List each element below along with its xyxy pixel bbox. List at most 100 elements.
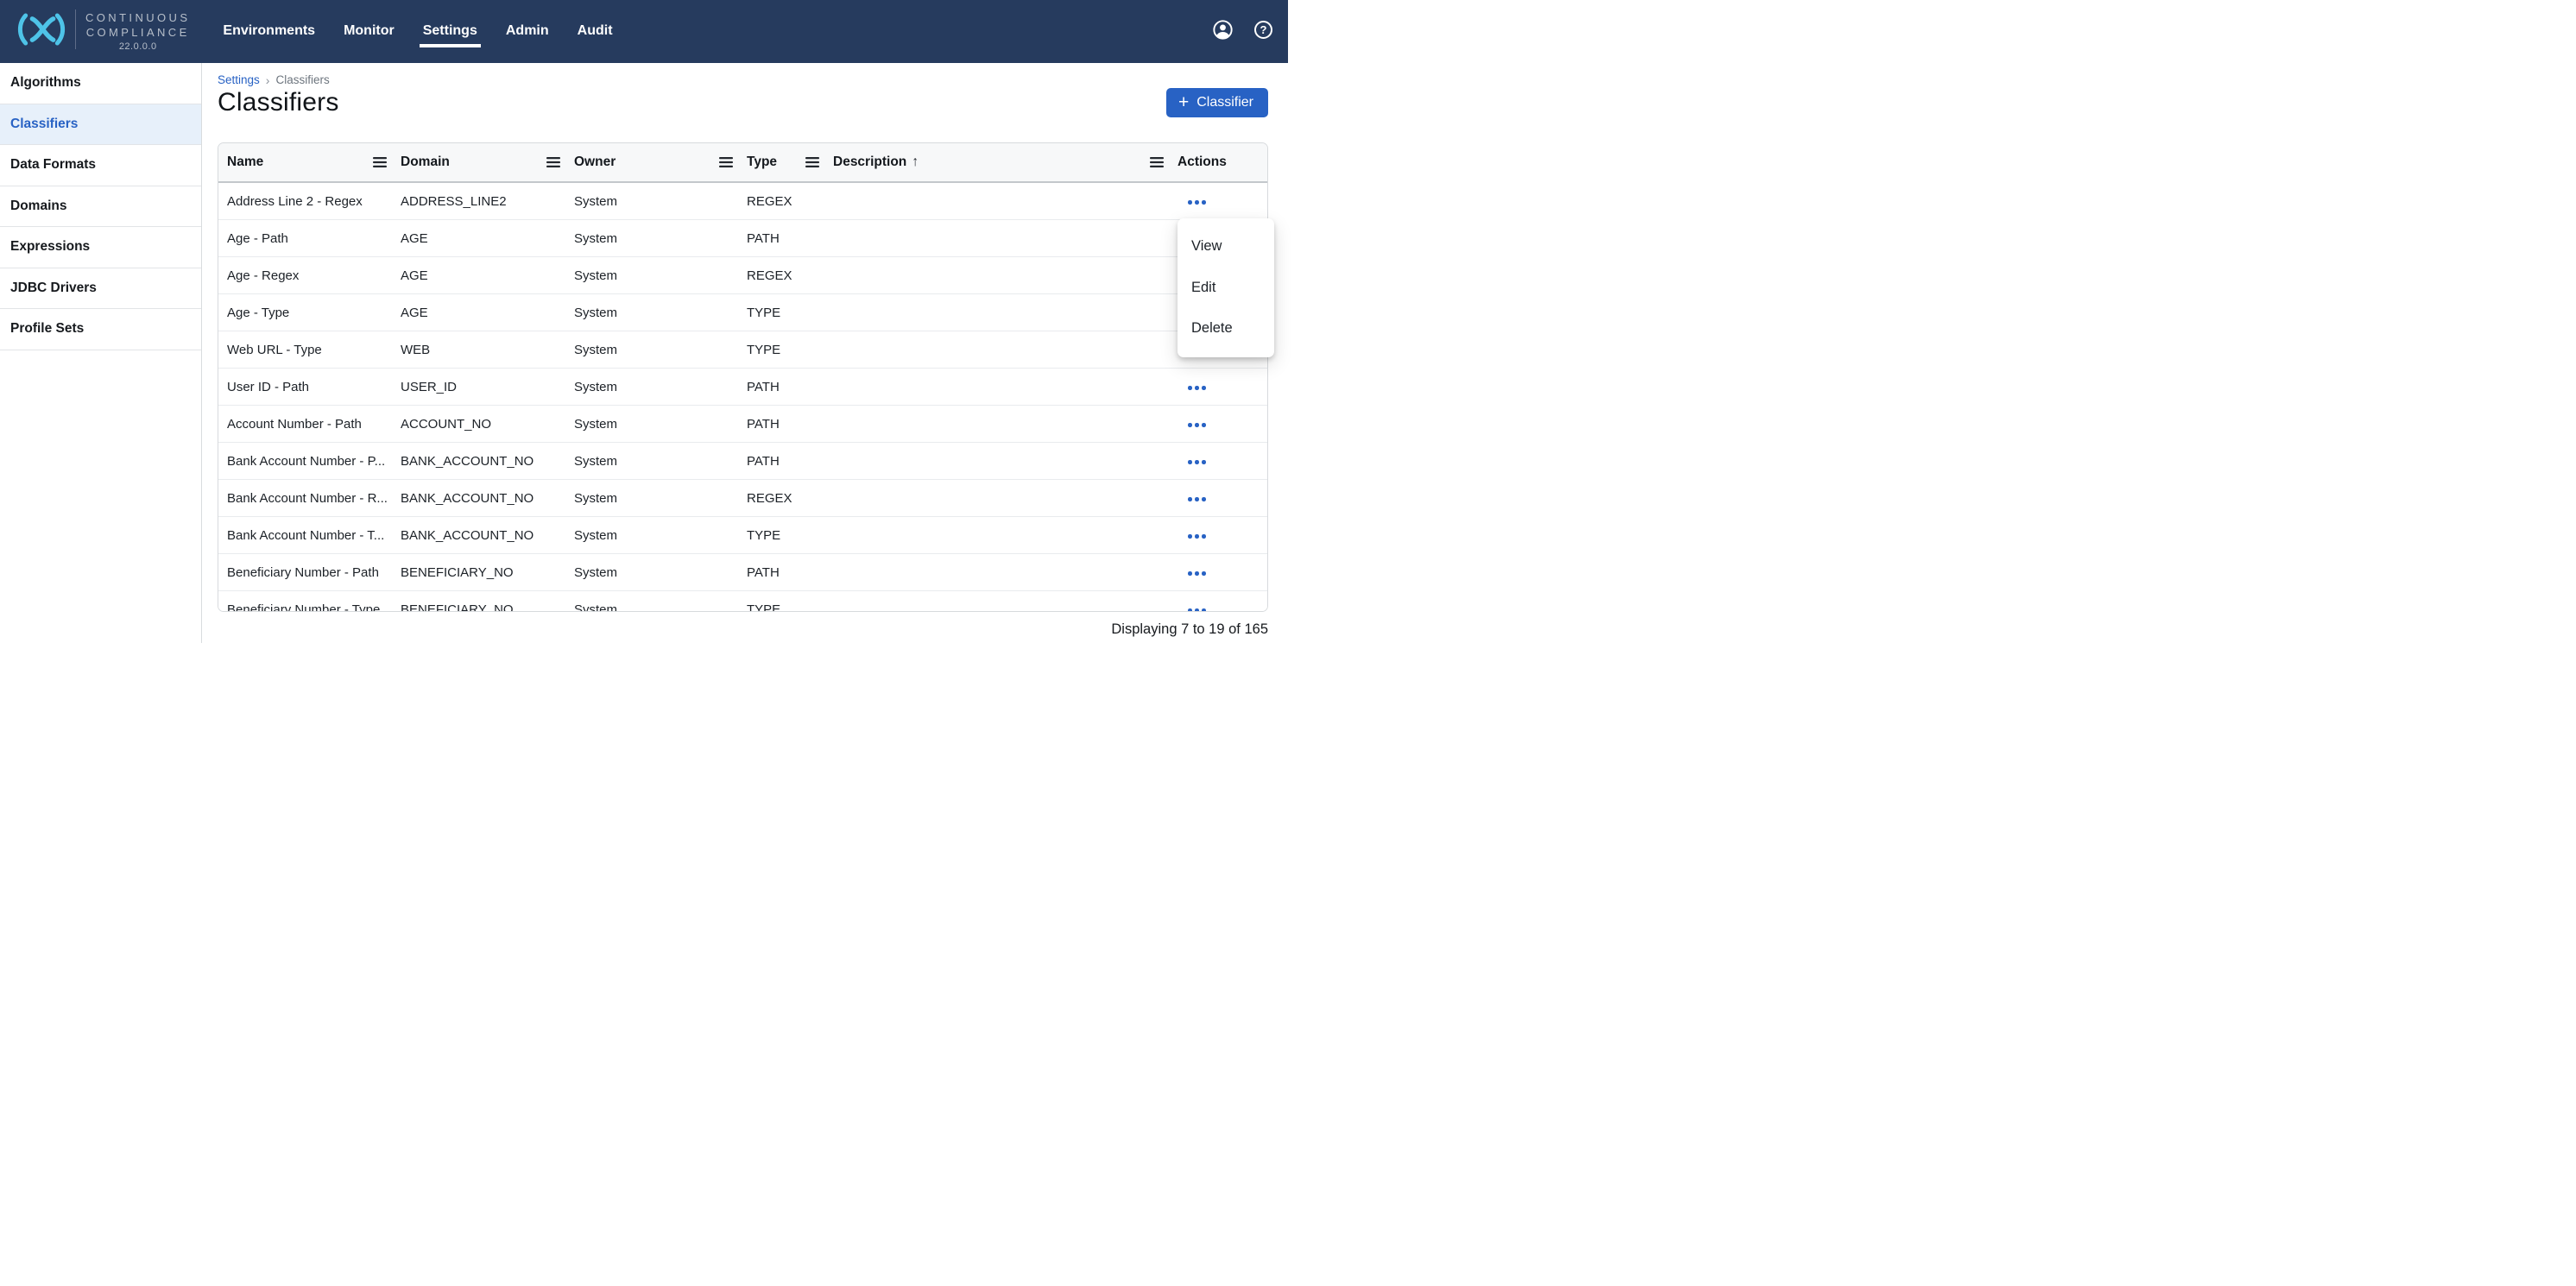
row-actions-context-menu: View Edit Delete [1178, 218, 1274, 357]
cell-name: Beneficiary Number - Type [218, 602, 401, 613]
cell-type: REGEX [747, 268, 833, 283]
table-row: Address Line 2 - Regex ADDRESS_LINE2 Sys… [218, 183, 1267, 220]
cell-owner: System [574, 565, 747, 580]
column-menu-icon[interactable] [805, 157, 819, 167]
cell-domain: AGE [401, 306, 574, 320]
main-content: Settings › Classifiers Classifiers + Cla… [202, 63, 1288, 643]
context-menu-item[interactable]: Delete [1178, 308, 1274, 350]
top-navigation: Environments Monitor Settings Admin Audi… [223, 23, 612, 39]
sidebar-item[interactable]: Algorithms [0, 63, 201, 104]
cell-name: User ID - Path [218, 380, 401, 394]
sort-ascending-icon[interactable]: ↑ [912, 154, 919, 170]
account-icon[interactable] [1213, 20, 1233, 40]
cell-domain: AGE [401, 231, 574, 246]
context-menu-item[interactable]: View [1178, 226, 1274, 268]
cell-owner: System [574, 602, 747, 613]
product-name-line1: CONTINUOUS [85, 11, 190, 26]
sidebar-item[interactable]: JDBC Drivers [0, 268, 201, 310]
cell-name: Bank Account Number - P... [218, 454, 401, 469]
cell-owner: System [574, 417, 747, 432]
table-row: Beneficiary Number - Type BENEFICIARY_NO… [218, 591, 1267, 612]
cell-type: PATH [747, 231, 833, 246]
cell-domain: BANK_ACCOUNT_NO [401, 491, 574, 506]
add-classifier-button[interactable]: + Classifier [1166, 88, 1268, 117]
column-menu-icon[interactable] [373, 157, 387, 167]
add-classifier-label: Classifier [1196, 95, 1253, 110]
column-label-actions: Actions [1178, 154, 1227, 170]
row-actions-more-icon[interactable] [1186, 195, 1208, 210]
column-menu-icon[interactable] [719, 157, 733, 167]
cell-actions [1178, 490, 1267, 507]
row-actions-more-icon[interactable] [1186, 603, 1208, 612]
row-actions-more-icon[interactable] [1186, 455, 1208, 470]
cell-type: PATH [747, 454, 833, 469]
sidebar-item[interactable]: Expressions [0, 227, 201, 268]
column-label-description: Description [833, 154, 906, 170]
cell-name: Age - Regex [218, 268, 401, 283]
sidebar-item[interactable]: Classifiers [0, 104, 201, 146]
cell-domain: AGE [401, 268, 574, 283]
cell-domain: BANK_ACCOUNT_NO [401, 528, 574, 543]
column-menu-icon[interactable] [1150, 157, 1164, 167]
cell-type: PATH [747, 565, 833, 580]
cell-owner: System [574, 194, 747, 209]
logo-divider [75, 9, 76, 49]
help-icon[interactable]: ? [1254, 21, 1272, 39]
cell-name: Beneficiary Number - Path [218, 565, 401, 580]
column-header-actions: Actions [1178, 143, 1267, 181]
cell-type: TYPE [747, 306, 833, 320]
cell-domain: BANK_ACCOUNT_NO [401, 454, 574, 469]
cell-type: REGEX [747, 491, 833, 506]
table-row: Beneficiary Number - Path BENEFICIARY_NO… [218, 554, 1267, 591]
product-version: 22.0.0.0 [119, 41, 157, 52]
sidebar-item[interactable]: Profile Sets [0, 309, 201, 350]
classifiers-table: Name Domain Owner [218, 142, 1268, 612]
top-nav-item[interactable]: Environments [223, 23, 315, 39]
cell-name: Age - Type [218, 306, 401, 320]
row-actions-more-icon[interactable] [1186, 418, 1208, 432]
table-row: Bank Account Number - R... BANK_ACCOUNT_… [218, 480, 1267, 517]
cell-type: TYPE [747, 602, 833, 613]
cell-actions [1178, 193, 1267, 210]
cell-type: TYPE [747, 343, 833, 357]
row-actions-more-icon[interactable] [1186, 492, 1208, 507]
table-row: Account Number - Path ACCOUNT_NO System … [218, 406, 1267, 443]
cell-type: REGEX [747, 194, 833, 209]
top-nav-item[interactable]: Admin [506, 23, 549, 39]
breadcrumb-current: Classifiers [275, 73, 329, 86]
cell-owner: System [574, 454, 747, 469]
top-nav-item[interactable]: Monitor [344, 23, 395, 39]
sidebar-item[interactable]: Data Formats [0, 145, 201, 186]
cell-name: Address Line 2 - Regex [218, 194, 401, 209]
product-name-line2: COMPLIANCE [86, 26, 190, 41]
row-actions-more-icon[interactable] [1186, 381, 1208, 395]
cell-actions [1178, 416, 1267, 432]
cell-domain: USER_ID [401, 380, 574, 394]
row-actions-more-icon[interactable] [1186, 566, 1208, 581]
cell-owner: System [574, 268, 747, 283]
column-label-domain: Domain [401, 154, 450, 170]
top-bar: CONTINUOUS COMPLIANCE 22.0.0.0 Environme… [0, 0, 1288, 63]
cell-owner: System [574, 528, 747, 543]
cell-actions [1178, 564, 1267, 581]
breadcrumb-parent-link[interactable]: Settings [218, 73, 260, 86]
column-header-domain: Domain [401, 143, 574, 181]
cell-domain: WEB [401, 343, 574, 357]
cell-actions [1178, 453, 1267, 470]
cell-owner: System [574, 491, 747, 506]
context-menu-item[interactable]: Edit [1178, 268, 1274, 309]
top-nav-item[interactable]: Audit [578, 23, 613, 39]
cell-name: Age - Path [218, 231, 401, 246]
cell-owner: System [574, 231, 747, 246]
cell-owner: System [574, 306, 747, 320]
column-header-owner: Owner [574, 143, 747, 181]
cell-domain: ADDRESS_LINE2 [401, 194, 574, 209]
cell-type: TYPE [747, 528, 833, 543]
cell-actions [1178, 527, 1267, 544]
row-actions-more-icon[interactable] [1186, 529, 1208, 544]
column-label-type: Type [747, 154, 777, 170]
cell-name: Account Number - Path [218, 417, 401, 432]
top-nav-item[interactable]: Settings [423, 23, 477, 39]
column-menu-icon[interactable] [546, 157, 560, 167]
sidebar-item[interactable]: Domains [0, 186, 201, 228]
